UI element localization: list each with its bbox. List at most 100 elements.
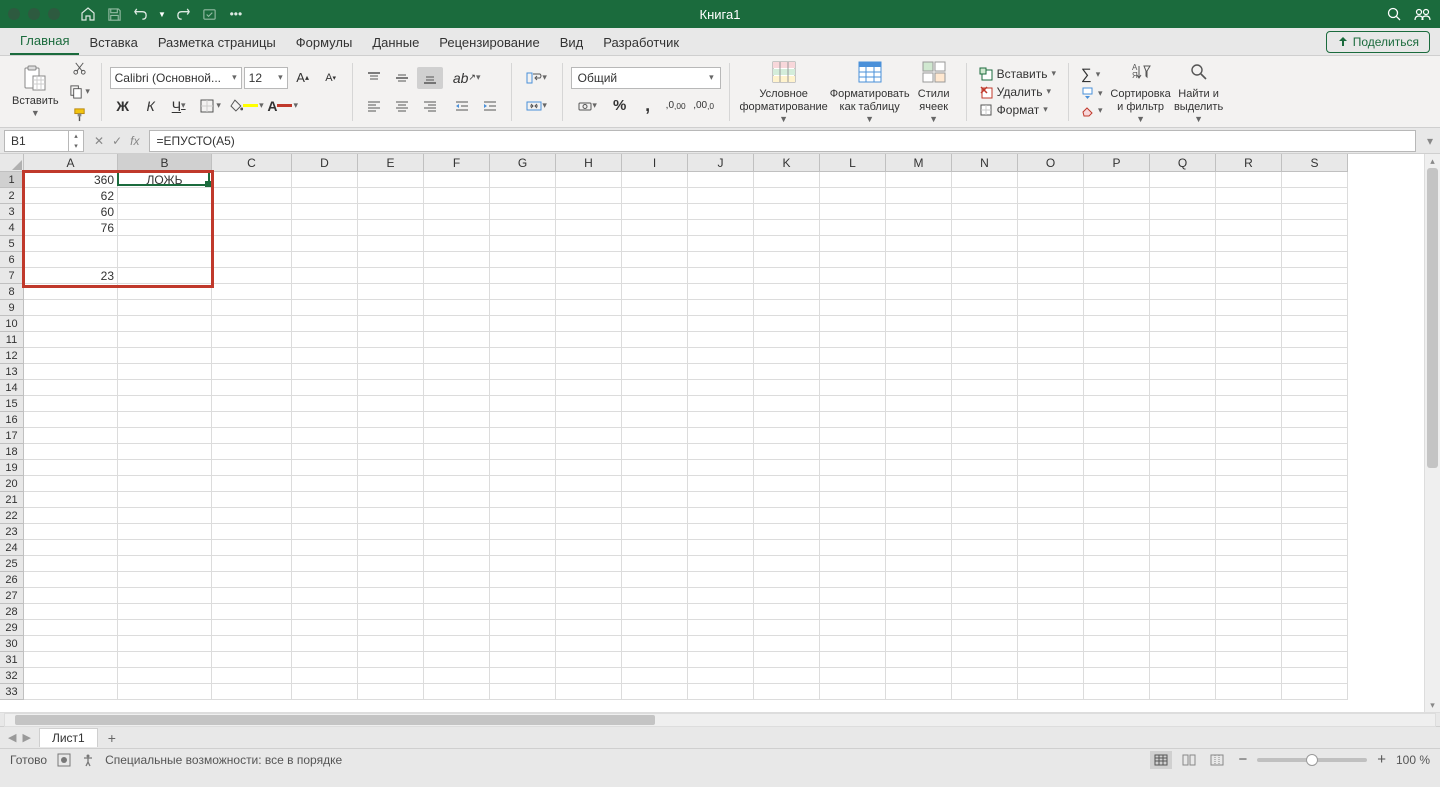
- cell-R20[interactable]: [1216, 476, 1282, 492]
- cell-B12[interactable]: [118, 348, 212, 364]
- cell-L33[interactable]: [820, 684, 886, 700]
- cell-H16[interactable]: [556, 412, 622, 428]
- zoom-value[interactable]: 100 %: [1396, 753, 1430, 767]
- cell-Q9[interactable]: [1150, 300, 1216, 316]
- cell-S19[interactable]: [1282, 460, 1348, 476]
- more-icon[interactable]: •••: [228, 6, 244, 22]
- clear-button[interactable]: ▾: [1077, 103, 1107, 118]
- cell-G4[interactable]: [490, 220, 556, 236]
- cell-A2[interactable]: 62: [24, 188, 118, 204]
- cell-I8[interactable]: [622, 284, 688, 300]
- cell-O28[interactable]: [1018, 604, 1084, 620]
- cell-A11[interactable]: [24, 332, 118, 348]
- cell-D2[interactable]: [292, 188, 358, 204]
- cell-P11[interactable]: [1084, 332, 1150, 348]
- cell-E9[interactable]: [358, 300, 424, 316]
- cell-E26[interactable]: [358, 572, 424, 588]
- increase-decimal-button[interactable]: ,0,00: [663, 95, 689, 117]
- cell-E32[interactable]: [358, 668, 424, 684]
- cell-M1[interactable]: [886, 172, 952, 188]
- cell-B29[interactable]: [118, 620, 212, 636]
- cell-F12[interactable]: [424, 348, 490, 364]
- cell-P29[interactable]: [1084, 620, 1150, 636]
- cell-M12[interactable]: [886, 348, 952, 364]
- cell-D28[interactable]: [292, 604, 358, 620]
- row-header-2[interactable]: 2: [0, 188, 24, 204]
- cell-J23[interactable]: [688, 524, 754, 540]
- cell-D17[interactable]: [292, 428, 358, 444]
- bold-button[interactable]: Ж: [110, 95, 136, 117]
- tab-home[interactable]: Главная: [10, 28, 79, 55]
- cell-O2[interactable]: [1018, 188, 1084, 204]
- cell-E25[interactable]: [358, 556, 424, 572]
- cell-O20[interactable]: [1018, 476, 1084, 492]
- cell-M2[interactable]: [886, 188, 952, 204]
- cell-P20[interactable]: [1084, 476, 1150, 492]
- row-header-7[interactable]: 7: [0, 268, 24, 284]
- cell-L16[interactable]: [820, 412, 886, 428]
- row-header-22[interactable]: 22: [0, 508, 24, 524]
- cell-N16[interactable]: [952, 412, 1018, 428]
- column-header-S[interactable]: S: [1282, 154, 1348, 172]
- increase-indent-button[interactable]: [477, 95, 503, 117]
- cell-S29[interactable]: [1282, 620, 1348, 636]
- cell-I13[interactable]: [622, 364, 688, 380]
- cell-C19[interactable]: [212, 460, 292, 476]
- cell-K11[interactable]: [754, 332, 820, 348]
- cell-G26[interactable]: [490, 572, 556, 588]
- cell-G5[interactable]: [490, 236, 556, 252]
- cell-L20[interactable]: [820, 476, 886, 492]
- cell-C24[interactable]: [212, 540, 292, 556]
- cell-G14[interactable]: [490, 380, 556, 396]
- cell-B13[interactable]: [118, 364, 212, 380]
- cell-R14[interactable]: [1216, 380, 1282, 396]
- cell-G22[interactable]: [490, 508, 556, 524]
- home-icon[interactable]: [80, 6, 96, 22]
- cell-I25[interactable]: [622, 556, 688, 572]
- cell-I6[interactable]: [622, 252, 688, 268]
- zoom-out-button[interactable]: −: [1234, 751, 1251, 768]
- cell-S7[interactable]: [1282, 268, 1348, 284]
- cell-F23[interactable]: [424, 524, 490, 540]
- cell-S13[interactable]: [1282, 364, 1348, 380]
- cell-S28[interactable]: [1282, 604, 1348, 620]
- cell-O17[interactable]: [1018, 428, 1084, 444]
- cut-button[interactable]: [67, 58, 93, 80]
- cell-J31[interactable]: [688, 652, 754, 668]
- cell-C1[interactable]: [212, 172, 292, 188]
- cell-I16[interactable]: [622, 412, 688, 428]
- cell-C9[interactable]: [212, 300, 292, 316]
- cell-M3[interactable]: [886, 204, 952, 220]
- row-header-4[interactable]: 4: [0, 220, 24, 236]
- align-middle-button[interactable]: [389, 67, 415, 89]
- tab-formulas[interactable]: Формулы: [286, 30, 363, 55]
- undo-icon[interactable]: [132, 6, 148, 22]
- cell-F4[interactable]: [424, 220, 490, 236]
- vertical-scrollbar[interactable]: ▴ ▾: [1424, 154, 1440, 712]
- cell-J6[interactable]: [688, 252, 754, 268]
- cell-O6[interactable]: [1018, 252, 1084, 268]
- increase-font-button[interactable]: A▴: [290, 67, 316, 89]
- cell-I2[interactable]: [622, 188, 688, 204]
- cell-L9[interactable]: [820, 300, 886, 316]
- tab-page-layout[interactable]: Разметка страницы: [148, 30, 286, 55]
- cell-B19[interactable]: [118, 460, 212, 476]
- cell-D1[interactable]: [292, 172, 358, 188]
- row-header-28[interactable]: 28: [0, 604, 24, 620]
- cell-E31[interactable]: [358, 652, 424, 668]
- cell-Q16[interactable]: [1150, 412, 1216, 428]
- cell-N28[interactable]: [952, 604, 1018, 620]
- cell-H2[interactable]: [556, 188, 622, 204]
- sort-filter-button[interactable]: АЯ Сортировка и фильтр ▼: [1111, 56, 1171, 126]
- merge-button[interactable]: ▾: [520, 95, 554, 117]
- cell-C4[interactable]: [212, 220, 292, 236]
- column-header-A[interactable]: A: [24, 154, 118, 172]
- cell-K3[interactable]: [754, 204, 820, 220]
- cell-A30[interactable]: [24, 636, 118, 652]
- cell-C20[interactable]: [212, 476, 292, 492]
- cell-R21[interactable]: [1216, 492, 1282, 508]
- cell-H32[interactable]: [556, 668, 622, 684]
- cell-R4[interactable]: [1216, 220, 1282, 236]
- cell-B31[interactable]: [118, 652, 212, 668]
- cell-F22[interactable]: [424, 508, 490, 524]
